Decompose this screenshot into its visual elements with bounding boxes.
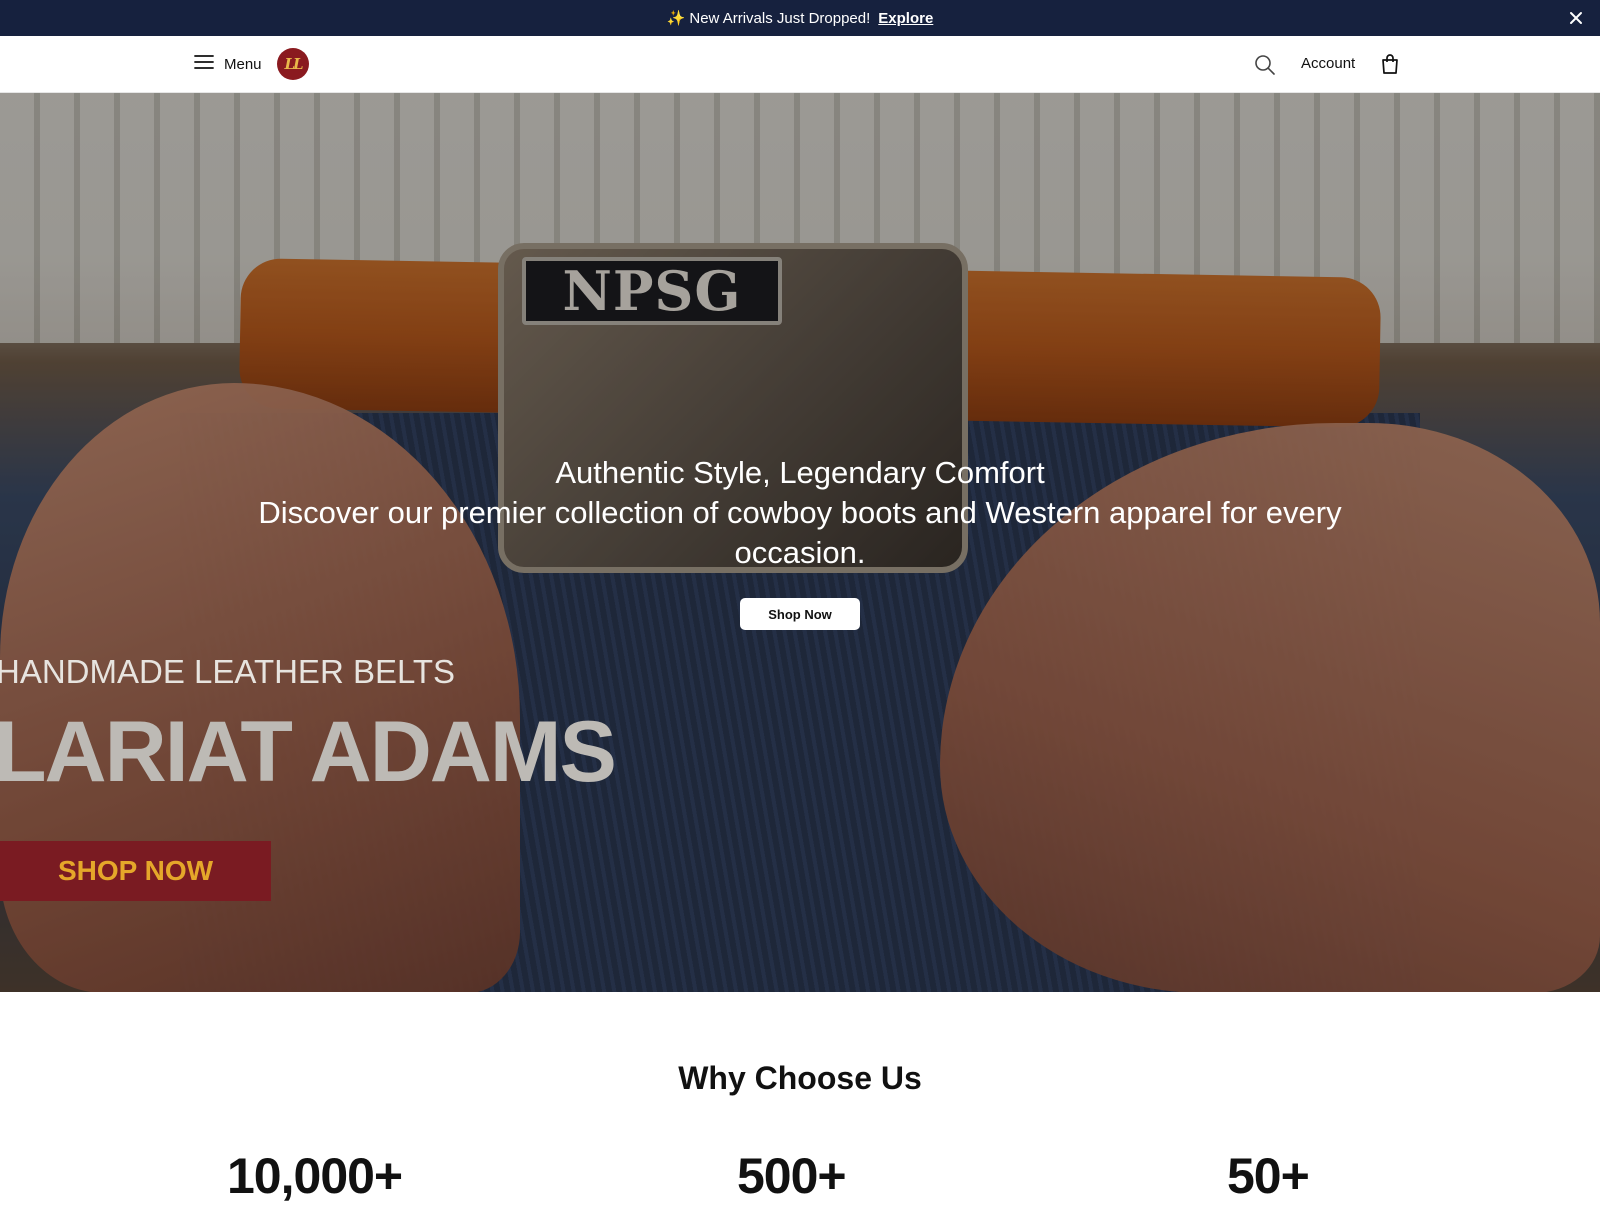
hero-subtitle: Discover our premier collection of cowbo… — [258, 495, 1342, 570]
logo-monogram: LL — [284, 55, 303, 73]
menu-button[interactable]: Menu — [194, 54, 262, 75]
hero-title: Authentic Style, Legendary Comfort — [555, 455, 1045, 490]
sparkles-icon: ✨ — [666, 10, 686, 27]
stat-value: 50+ — [1227, 1148, 1310, 1204]
menu-label: Menu — [224, 56, 262, 73]
explore-link[interactable]: Explore — [878, 10, 933, 27]
menu-icon — [194, 54, 214, 75]
hero-text: Authentic Style, Legendary Comfort Disco… — [0, 453, 1600, 573]
promo-shop-now-label: SHOP NOW — [57, 855, 214, 886]
announcement-bar: ✨ New Arrivals Just Dropped! Explore — [0, 0, 1600, 36]
why-choose-us-title: Why Choose Us — [678, 1060, 922, 1096]
shopping-bag-icon[interactable] — [1380, 53, 1400, 75]
promo-kicker: HANDMADE LEATHER BELTS — [0, 653, 456, 690]
promo-shop-now-button[interactable]: SHOP NOW — [0, 841, 271, 901]
stat-value: 10,000+ — [227, 1148, 403, 1204]
announcement-text: New Arrivals Just Dropped! — [689, 9, 871, 27]
stat-value: 500+ — [737, 1148, 847, 1204]
shop-now-button[interactable]: Shop Now — [740, 598, 860, 630]
site-header: Menu LL Account — [0, 36, 1600, 93]
brand-logo[interactable]: LL — [277, 48, 309, 80]
account-link[interactable]: Account — [1301, 55, 1355, 72]
promo-brand: LARIAT ADAMS — [0, 704, 617, 800]
hero-banner: NPSG Authentic Style, Legendary Comfort … — [0, 93, 1600, 992]
close-icon[interactable] — [1566, 8, 1586, 28]
search-icon[interactable] — [1254, 54, 1276, 76]
